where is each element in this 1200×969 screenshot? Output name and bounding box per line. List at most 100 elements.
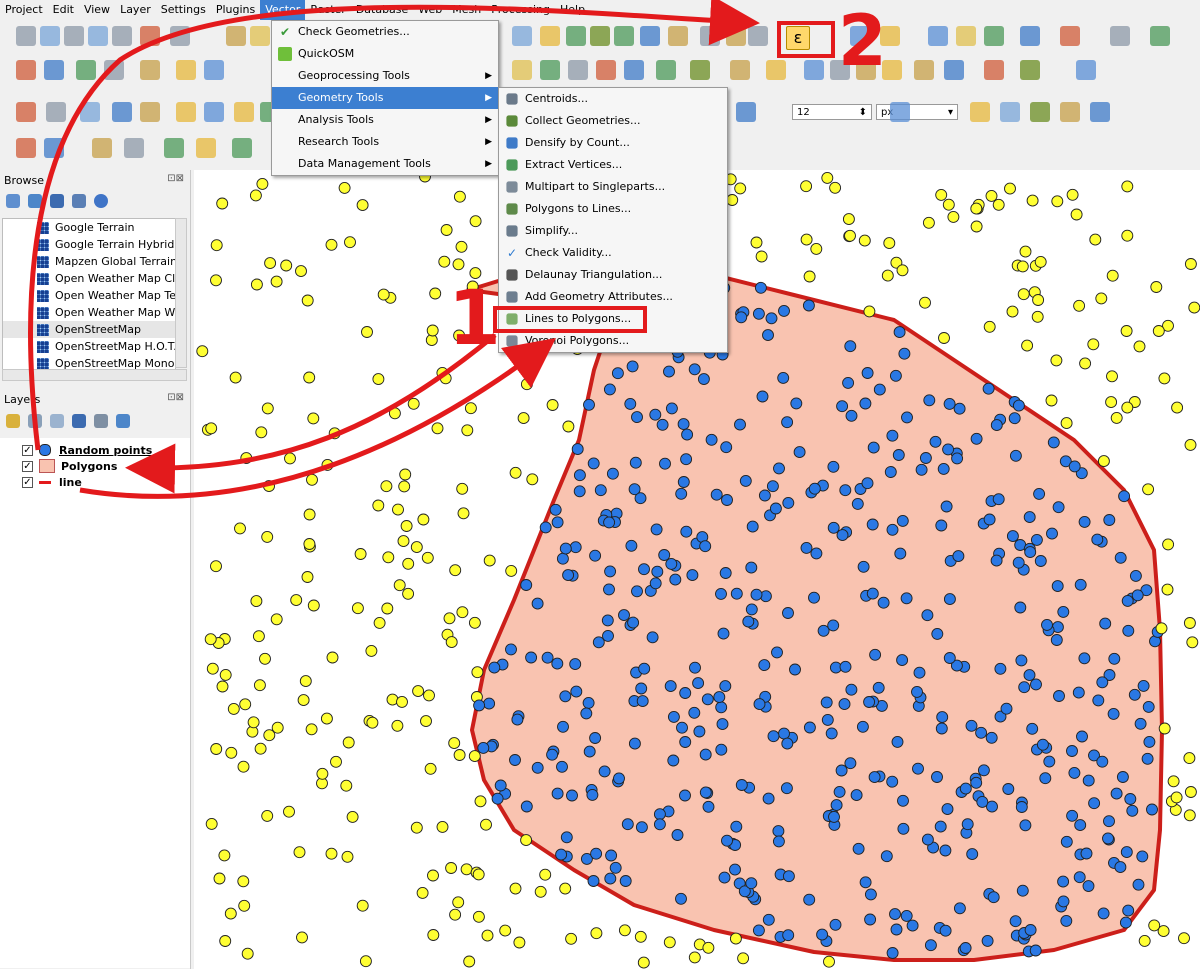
menu-edit[interactable]: Edit: [48, 0, 79, 20]
toolbar-tool-icon[interactable]: [140, 102, 160, 122]
toolbar-tool-icon[interactable]: [1076, 60, 1096, 80]
toolbar-tool-icon[interactable]: [44, 138, 64, 158]
geometry-tools-item[interactable]: Add Geometry Attributes...: [499, 286, 727, 308]
toolbar-tool-icon[interactable]: [1090, 102, 1110, 122]
browser-horizontal-scrollbar[interactable]: [2, 369, 187, 381]
toolbar-tool-icon[interactable]: [124, 138, 144, 158]
browser-tree[interactable]: Google Terrain Google Terrain Hybrid Mapze…: [2, 218, 176, 370]
geometry-tools-item[interactable]: Polygons to Lines...: [499, 198, 727, 220]
layer-checkbox[interactable]: ✓: [22, 460, 33, 472]
toolbar-tool-icon[interactable]: [140, 26, 160, 46]
toolbar-tool-icon[interactable]: [232, 138, 252, 158]
toolbar-tool-icon[interactable]: [984, 26, 1004, 46]
layer-row-line[interactable]: ✓ line: [22, 474, 82, 490]
toolbar-tool-icon[interactable]: [92, 138, 112, 158]
geometry-tools-item[interactable]: Centroids...: [499, 88, 727, 110]
vector-menu-item[interactable]: Research Tools ▶: [272, 131, 498, 153]
toolbar-tool-icon[interactable]: [566, 26, 586, 46]
vector-menu-item[interactable]: ✔ Check Geometries...: [272, 21, 498, 43]
toolbar-tool-icon[interactable]: [140, 60, 160, 80]
vector-menu-item[interactable]: Analysis Tools ▶: [272, 109, 498, 131]
browser-panel-close-icon[interactable]: ⊡⊠: [167, 173, 184, 184]
toolbar-tool-icon[interactable]: [44, 60, 64, 80]
toolbar-tool-icon[interactable]: [512, 60, 532, 80]
vector-menu-item[interactable]: Geometry Tools ▶: [272, 87, 498, 109]
toolbar-tool-icon[interactable]: [656, 60, 676, 80]
collapse-icon[interactable]: [72, 194, 86, 208]
menu-web[interactable]: Web: [413, 0, 447, 20]
layer-checkbox[interactable]: ✓: [22, 444, 33, 456]
toolbar-tool-icon[interactable]: [76, 60, 96, 80]
filter-icon[interactable]: [50, 194, 64, 208]
toolbar-tool-icon[interactable]: [614, 26, 634, 46]
menu-project[interactable]: Project: [0, 0, 48, 20]
toolbar-tool-icon[interactable]: [766, 60, 786, 80]
toolbar-tool-icon[interactable]: [512, 26, 532, 46]
toolbar-tool-icon[interactable]: [16, 60, 36, 80]
layers-panel-close-icon[interactable]: ⊡⊠: [167, 392, 184, 403]
vector-menu-item[interactable]: Geoprocessing Tools ▶: [272, 65, 498, 87]
toolbar-tool-icon[interactable]: [590, 26, 610, 46]
toolbar-tool-icon[interactable]: [88, 26, 108, 46]
browser-item[interactable]: Open Weather Map Ten: [3, 287, 175, 304]
toolbar-tool-icon[interactable]: [64, 26, 84, 46]
info-icon[interactable]: [94, 194, 108, 208]
toolbar-tool-icon[interactable]: [736, 102, 756, 122]
toolbar-tool-icon[interactable]: [112, 26, 132, 46]
toolbar-tool-icon[interactable]: [944, 60, 964, 80]
toolbar-tool-icon[interactable]: [726, 26, 746, 46]
menu-mesh[interactable]: Mesh: [447, 0, 486, 20]
toolbar-tool-icon[interactable]: [196, 138, 216, 158]
visibility-icon[interactable]: [50, 414, 64, 428]
toolbar-tool-icon[interactable]: [540, 60, 560, 80]
expand-all-icon[interactable]: [116, 414, 130, 428]
vector-menu-item[interactable]: Data Management Tools ▶: [272, 153, 498, 175]
menu-database[interactable]: Database: [351, 0, 414, 20]
menu-raster[interactable]: Raster: [305, 0, 350, 20]
font-size-input[interactable]: 12 ⬍: [792, 104, 872, 120]
style-icon[interactable]: [6, 414, 20, 428]
toolbar-tool-icon[interactable]: [226, 26, 246, 46]
geometry-tools-item[interactable]: Voronoi Polygons...: [499, 330, 727, 352]
geometry-tools-item[interactable]: ✓ Check Validity...: [499, 242, 727, 264]
toolbar-tool-icon[interactable]: [1150, 26, 1170, 46]
menu-layer[interactable]: Layer: [115, 0, 156, 20]
toolbar-tool-icon[interactable]: [568, 60, 588, 80]
toolbar-tool-icon[interactable]: [624, 60, 644, 80]
menu-help[interactable]: Help: [555, 0, 590, 20]
toolbar-tool-icon[interactable]: [164, 138, 184, 158]
layer-checkbox[interactable]: ✓: [22, 476, 33, 488]
menu-view[interactable]: View: [79, 0, 115, 20]
toolbar-tool-icon[interactable]: [1020, 26, 1040, 46]
toolbar-tool-icon[interactable]: [176, 102, 196, 122]
browser-item[interactable]: Open Weather Map Clo: [3, 270, 175, 287]
toolbar-tool-icon[interactable]: [16, 26, 36, 46]
toolbar-tool-icon[interactable]: [668, 26, 688, 46]
toolbar-tool-icon[interactable]: [170, 26, 190, 46]
layer-row-polygons[interactable]: ✓ Polygons: [22, 458, 117, 474]
browser-item[interactable]: OpenStreetMap H.O.T.: [3, 338, 175, 355]
refresh-icon[interactable]: [28, 194, 42, 208]
toolbar-tool-icon[interactable]: [1020, 60, 1040, 80]
toolbar-tool-icon[interactable]: [804, 60, 824, 80]
toolbar-tool-icon[interactable]: [928, 26, 948, 46]
toolbar-tool-icon[interactable]: [970, 102, 990, 122]
toolbar-tool-icon[interactable]: [104, 60, 124, 80]
toolbar-tool-icon[interactable]: [46, 102, 66, 122]
geometry-tools-item[interactable]: Multipart to Singleparts...: [499, 176, 727, 198]
toolbar-tool-icon[interactable]: [80, 102, 100, 122]
toolbar-tool-icon[interactable]: [112, 102, 132, 122]
geometry-tools-item[interactable]: Delaunay Triangulation...: [499, 264, 727, 286]
toolbar-tool-icon[interactable]: [890, 102, 910, 122]
toolbar-tool-icon[interactable]: [1110, 26, 1130, 46]
filter-legend-icon[interactable]: [72, 414, 86, 428]
toolbar-tool-icon[interactable]: [1000, 102, 1020, 122]
vector-menu-item[interactable]: QuickOSM: [272, 43, 498, 65]
menu-processing[interactable]: Processing: [486, 0, 555, 20]
menu-plugins[interactable]: Plugins: [211, 0, 260, 20]
spin-arrows-icon[interactable]: ⬍: [859, 105, 867, 121]
layer-row-random-points[interactable]: ✓ Random points: [22, 442, 152, 458]
add-group-icon[interactable]: [28, 414, 42, 428]
toolbar-tool-icon[interactable]: [250, 26, 270, 46]
geometry-tools-item[interactable]: Densify by Count...: [499, 132, 727, 154]
